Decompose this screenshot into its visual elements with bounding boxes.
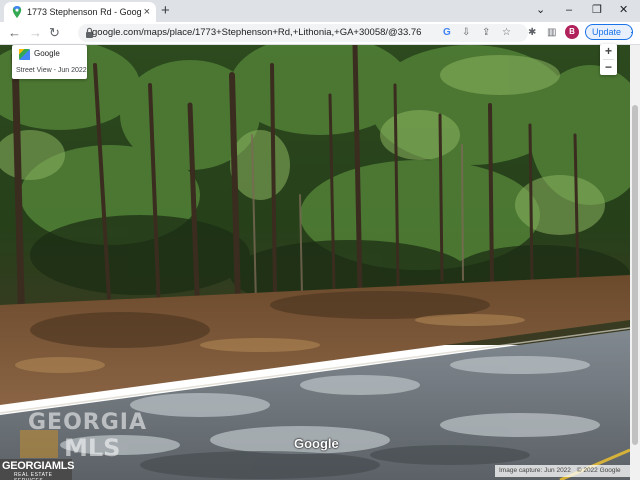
card-subtitle: Street View - Jun 2022 [16,67,87,74]
close-window-button[interactable]: ✕ [619,3,628,17]
street-view-info-card[interactable]: Google Street View - Jun 2022 [12,45,87,79]
share-icon[interactable]: ⇪ [482,26,490,40]
card-title: Google [34,49,60,58]
install-app-icon[interactable]: ⇩ [462,26,470,40]
new-tab-button[interactable]: + [161,3,170,19]
tab-title: 1773 Stephenson Rd - Google Ma [27,7,141,17]
forward-arrow-icon[interactable]: → [29,25,42,40]
tab-search-icon[interactable]: ⌄ [536,3,545,17]
update-label: Update [592,27,622,37]
side-panel-icon[interactable]: ▥ [547,27,556,39]
scrollbar-thumb[interactable] [632,105,638,445]
menu-dots-icon[interactable]: ⋮ [627,27,636,38]
badge-title: GEORGIAMLS [2,460,75,472]
back-arrow-icon[interactable]: ← [8,25,21,40]
tab-google-maps[interactable]: 1773 Stephenson Rd - Google Ma × [4,2,156,22]
tab-strip: 1773 Stephenson Rd - Google Ma × + ⌄ – ❐… [0,0,640,22]
extensions-icon[interactable]: ✱ [528,27,536,39]
google-logo: Google [294,436,339,451]
copyright-text: © 2022 Google [576,467,621,474]
georgia-mls-badge: GEORGIAMLS REAL ESTATE SERVICES [0,459,75,484]
watermark-mls: MLS [64,434,121,462]
map-pin-icon [12,6,22,18]
url-text[interactable]: google.com/maps/place/1773+Stephenson+Rd… [92,27,422,38]
zoom-control: + − [600,44,617,75]
bookmark-star-icon[interactable]: ☆ [502,26,511,40]
minimize-button[interactable]: – [566,3,572,17]
google-maps-icon [19,49,30,60]
profile-avatar[interactable]: B [565,25,579,39]
browser-toolbar: ← → ↻ google.com/maps/place/1773+Stephen… [0,22,640,45]
zoom-out-button[interactable]: − [600,60,617,75]
image-capture-date: Image capture: Jun 2022 [499,467,571,474]
google-lens-icon[interactable]: G [443,26,451,40]
update-button[interactable]: Update ⋮ [585,24,636,40]
zoom-in-button[interactable]: + [600,44,617,59]
image-capture-bar: Image capture: Jun 2022 © 2022 Google [495,465,630,477]
reload-icon[interactable]: ↻ [49,25,60,40]
address-bar[interactable]: google.com/maps/place/1773+Stephenson+Rd… [78,24,528,42]
tab-close-icon[interactable]: × [144,6,150,18]
badge-subtitle: REAL ESTATE SERVICES [14,472,53,484]
vertical-scrollbar[interactable] [630,45,640,480]
restore-button[interactable]: ❐ [592,3,602,17]
watermark-georgia: GEORGIA [28,410,147,435]
